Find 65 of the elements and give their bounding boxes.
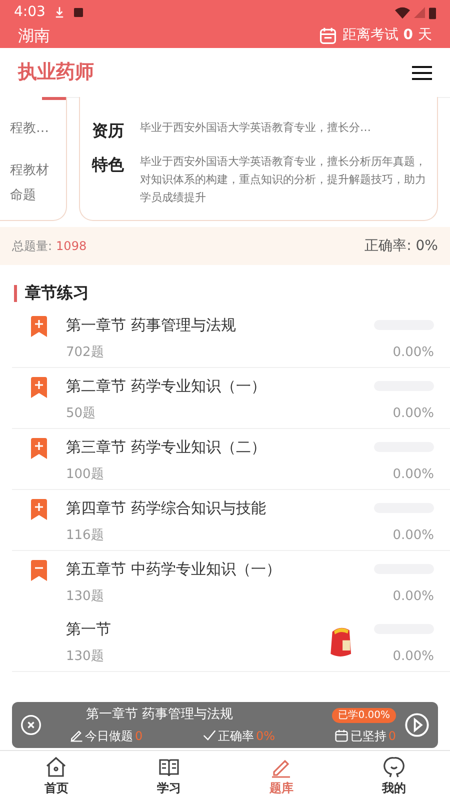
progress-badge: 已学0.00% xyxy=(332,708,396,722)
total-label: 总题量: xyxy=(12,238,52,255)
battery-icon xyxy=(429,6,436,20)
progress-percent: 0.00% xyxy=(392,588,434,606)
signal-icon xyxy=(414,7,425,18)
section-title: 章节练习 xyxy=(25,282,89,304)
total-value: 1098 xyxy=(56,238,87,255)
collapse-icon[interactable] xyxy=(29,560,49,582)
page-title: 执业药师 xyxy=(18,60,94,86)
chapter-title[interactable]: 第三章节 药学专业知识（二） xyxy=(66,436,266,458)
calendar-icon xyxy=(335,729,348,742)
chapter-title[interactable]: 第一章节 药事管理与法规 xyxy=(66,314,236,336)
progress-percent: 0.00% xyxy=(392,526,434,544)
calendar-icon xyxy=(319,26,338,44)
countdown-value: 0 xyxy=(403,26,413,45)
nav-tab[interactable]: 我的 xyxy=(338,751,450,800)
face-icon xyxy=(382,754,406,778)
tab-indicator xyxy=(42,97,66,100)
progress-percent: 0.00% xyxy=(392,344,434,362)
progress-percent: 0.00% xyxy=(392,648,434,666)
countdown-label: 距离考试 xyxy=(342,26,398,45)
expand-icon[interactable] xyxy=(29,438,49,460)
question-count: 116题 xyxy=(66,526,104,544)
stat-value: 0% xyxy=(256,728,276,745)
pencil-icon xyxy=(70,729,83,742)
section-marker xyxy=(14,284,17,302)
stat-value: 0 xyxy=(388,728,396,745)
card-text: 程教材 xyxy=(9,162,50,180)
check-icon xyxy=(202,729,216,742)
close-icon[interactable] xyxy=(20,714,42,736)
status-time: 4:03 xyxy=(14,3,46,22)
question-count: 100题 xyxy=(66,466,104,484)
play-icon[interactable] xyxy=(404,712,430,738)
question-count: 702题 xyxy=(66,344,104,362)
stat-label: 正确率 xyxy=(218,728,254,745)
question-count: 50题 xyxy=(66,404,96,422)
question-count: 130题 xyxy=(66,588,104,606)
countdown-unit: 天 xyxy=(418,26,432,45)
chapter-title[interactable]: 第一节 xyxy=(66,618,111,640)
chapter-title[interactable]: 第四章节 药学综合知识与技能 xyxy=(66,497,266,520)
nav-tab[interactable]: 学习 xyxy=(112,751,225,800)
expand-icon[interactable] xyxy=(29,499,49,521)
field-label: 资历 xyxy=(92,120,124,142)
field-label: 特色 xyxy=(92,154,124,176)
accuracy-text: 正确率: 0% xyxy=(364,236,438,256)
stat-label: 今日做题 xyxy=(85,728,133,745)
field-text: 毕业于西安外国语大学英语教育专业，擅长分… xyxy=(140,120,371,136)
question-count: 130题 xyxy=(66,648,104,666)
nav-tab[interactable]: 首页 xyxy=(0,751,112,800)
wifi-icon xyxy=(395,6,410,18)
resume-title: 第一章节 药事管理与法规 xyxy=(86,706,234,724)
field-text: 毕业于西安外国语大学英语教育专业，擅长分析历年真题，对知识体系的构建，重点知识的分析，提升解题技巧，助力学员成绩提升 xyxy=(140,154,427,206)
chapter-title[interactable]: 第五章节 中药学专业知识（一） xyxy=(66,558,281,580)
stat-value: 0 xyxy=(135,728,143,745)
card-text: 命题 xyxy=(9,187,37,205)
home-icon xyxy=(44,754,68,778)
progress-percent: 0.00% xyxy=(392,404,434,422)
progress-percent: 0.00% xyxy=(392,466,434,484)
menu-icon[interactable] xyxy=(412,64,432,80)
card-text: 程教… xyxy=(9,120,50,138)
chapter-title[interactable]: 第二章节 药学专业知识（一） xyxy=(66,375,266,398)
expand-icon[interactable] xyxy=(29,377,49,399)
stat-label: 已坚持 xyxy=(350,728,386,745)
expand-icon[interactable] xyxy=(29,316,49,338)
download-icon xyxy=(55,7,64,18)
